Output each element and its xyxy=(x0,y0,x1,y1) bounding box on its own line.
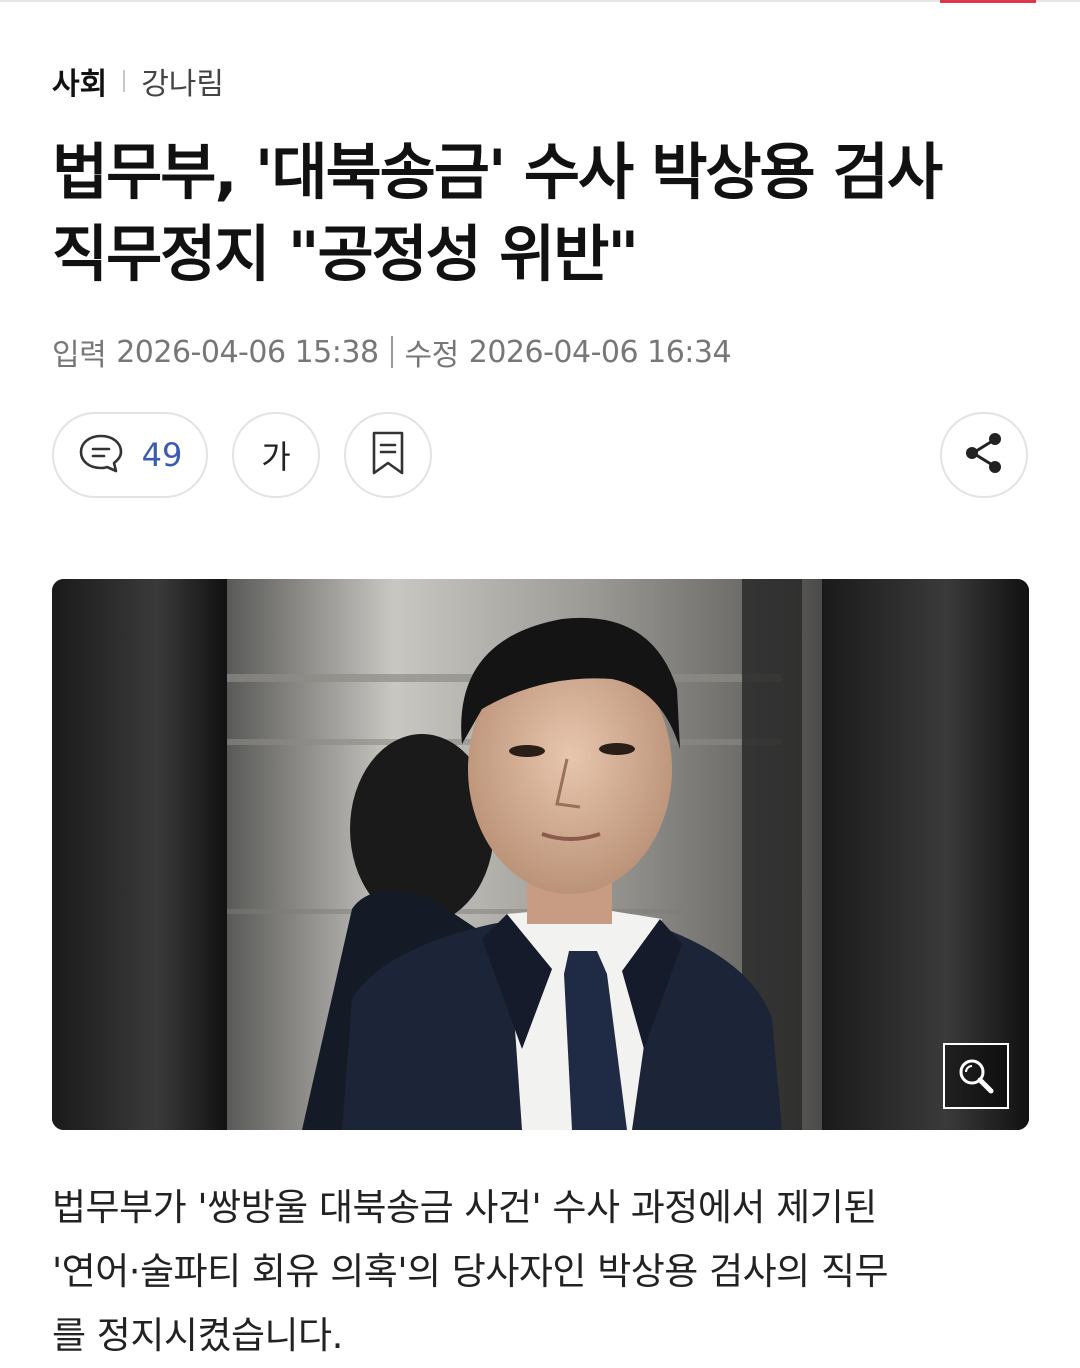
published-date: 2026-04-06 15:38 xyxy=(116,334,379,370)
lead-line: 를 정지시켰습니다. xyxy=(52,1314,343,1357)
meta-separator xyxy=(123,70,126,92)
lead-line: '연어·술파티 회유 의혹'의 당사자인 박상용 검사의 직무 xyxy=(52,1250,889,1293)
comment-icon xyxy=(78,433,124,477)
article-dates: 입력 2026-04-06 15:38 수정 2026-04-06 16:34 xyxy=(52,330,732,374)
author-name[interactable]: 강나림 xyxy=(141,59,224,103)
article-meta: 사회 강나림 xyxy=(52,58,224,104)
photo-illustration xyxy=(52,579,1029,1130)
article-lead: 법무부가 '쌍방울 대북송금 사건' 수사 과정에서 제기된 '연어·술파티 회… xyxy=(52,1176,1042,1368)
article-photo[interactable] xyxy=(52,579,1029,1130)
headline: 법무부, '대북송금' 수사 박상용 검사 직무정지 "공정성 위반" xyxy=(52,132,1032,296)
comment-count: 49 xyxy=(141,436,183,474)
lead-line: 법무부가 '쌍방울 대북송금 사건' 수사 과정에서 제기된 xyxy=(52,1186,877,1229)
photo-zoom-button[interactable] xyxy=(943,1043,1009,1109)
headline-line: 법무부, '대북송금' 수사 박상용 검사 xyxy=(52,137,943,208)
font-size-button[interactable]: 가 xyxy=(232,412,320,498)
bookmark-icon xyxy=(368,430,408,480)
share-button[interactable] xyxy=(940,412,1028,498)
modified-label: 수정 xyxy=(404,338,460,373)
date-separator xyxy=(390,336,393,368)
modified-date: 2026-04-06 16:34 xyxy=(468,334,732,370)
zoom-icon xyxy=(956,1056,996,1096)
comment-button[interactable]: 49 xyxy=(52,412,208,498)
share-icon xyxy=(963,431,1005,479)
headline-line: 직무정지 "공정성 위반" xyxy=(52,219,639,290)
font-size-label: 가 xyxy=(261,438,291,476)
bookmark-button[interactable] xyxy=(344,412,432,498)
section-label[interactable]: 사회 xyxy=(52,59,107,103)
published-label: 입력 xyxy=(52,338,107,373)
top-divider xyxy=(0,0,1080,2)
active-tab-indicator xyxy=(940,0,1036,3)
